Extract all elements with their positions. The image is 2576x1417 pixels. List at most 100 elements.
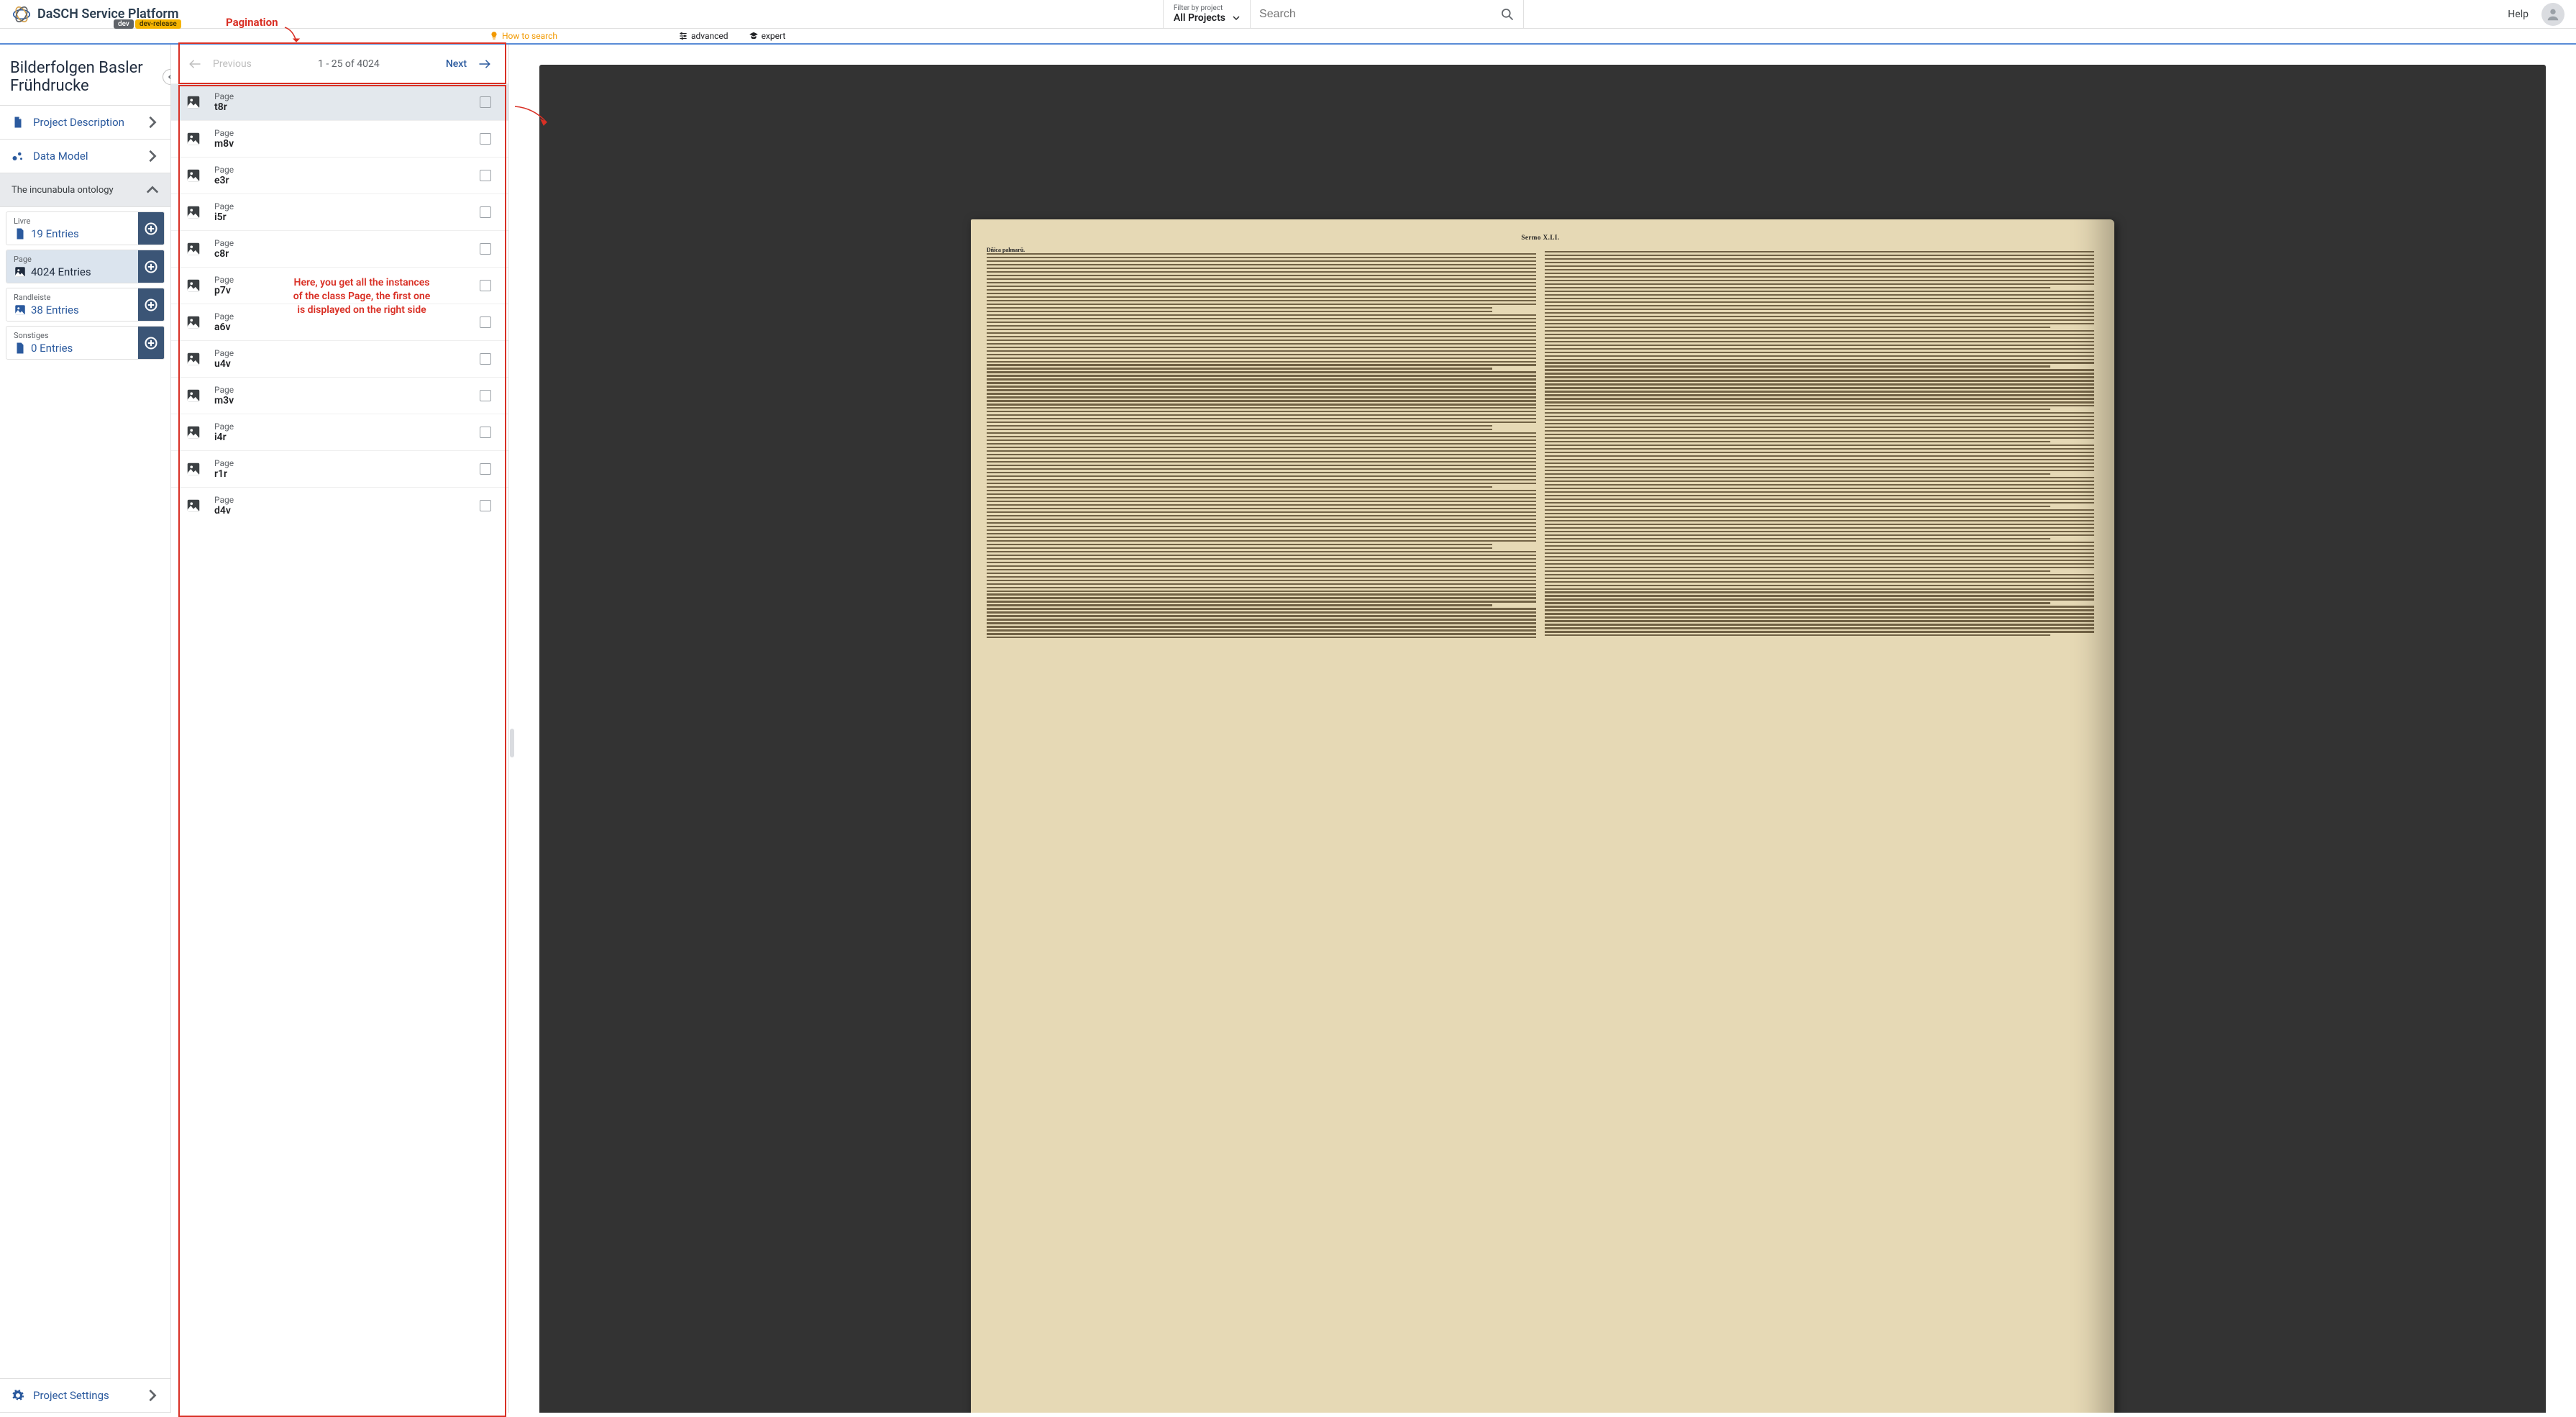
add-resource-button[interactable] bbox=[138, 327, 164, 359]
expert-search-link[interactable]: expert bbox=[749, 31, 786, 41]
list-item-checkbox[interactable] bbox=[480, 206, 491, 218]
list-item-checkbox[interactable] bbox=[480, 170, 491, 181]
class-card[interactable]: Sonstiges 0 Entries bbox=[6, 326, 165, 360]
image-icon bbox=[186, 388, 201, 404]
manuscript-heading: Sermo X.LI. bbox=[987, 234, 2094, 241]
project-filter-dropdown[interactable]: Filter by project All Projects bbox=[1163, 0, 1251, 28]
image-icon bbox=[186, 498, 201, 514]
nav-data-model[interactable]: Data Model bbox=[0, 140, 170, 173]
nav-project-description[interactable]: Project Description bbox=[0, 106, 170, 140]
image-icon bbox=[186, 351, 201, 367]
dasch-logo-icon bbox=[12, 4, 32, 24]
add-circle-icon bbox=[144, 260, 158, 274]
image-icon bbox=[186, 314, 201, 330]
search-icon[interactable] bbox=[1500, 7, 1515, 22]
list-item-checkbox[interactable] bbox=[480, 243, 491, 255]
image-icon bbox=[186, 204, 201, 220]
list-item[interactable]: Page d4v bbox=[171, 487, 508, 524]
list-item[interactable]: Page i5r bbox=[171, 193, 508, 230]
add-circle-icon bbox=[144, 336, 158, 350]
image-icon bbox=[186, 241, 201, 257]
list-item-checkbox[interactable] bbox=[480, 280, 491, 291]
add-resource-button[interactable] bbox=[138, 212, 164, 245]
list-item-type: Page bbox=[214, 275, 467, 285]
manuscript-page: Sermo X.LI. Dñica palmarū. bbox=[971, 219, 2114, 1413]
list-item[interactable]: Page p7v bbox=[171, 267, 508, 304]
search-input[interactable] bbox=[1259, 8, 1500, 21]
list-item[interactable]: Page t8r bbox=[171, 83, 508, 120]
list-item[interactable]: Page e3r bbox=[171, 157, 508, 193]
arrow-left-icon bbox=[188, 59, 201, 69]
list-item-checkbox[interactable] bbox=[480, 353, 491, 365]
list-item[interactable]: Page m3v bbox=[171, 377, 508, 414]
image-icon bbox=[14, 304, 27, 316]
how-to-search-link[interactable]: How to search bbox=[489, 31, 557, 41]
list-item-type: Page bbox=[214, 311, 467, 322]
list-item-name: e3r bbox=[214, 175, 467, 186]
class-name: Sonstiges bbox=[14, 331, 131, 340]
list-item-type: Page bbox=[214, 165, 467, 175]
filter-label: Filter by project bbox=[1174, 4, 1240, 12]
list-item[interactable]: Page i4r bbox=[171, 414, 508, 450]
advanced-search-link[interactable]: advanced bbox=[678, 31, 729, 41]
list-item-checkbox[interactable] bbox=[480, 500, 491, 511]
app-header: DaSCH Service Platform dev dev-release F… bbox=[0, 0, 2576, 29]
class-entries: 19 Entries bbox=[14, 227, 131, 240]
chevron-right-icon bbox=[146, 116, 159, 129]
add-circle-icon bbox=[144, 222, 158, 236]
badge-release: dev-release bbox=[135, 19, 181, 29]
lightbulb-icon bbox=[489, 31, 499, 41]
file-icon bbox=[14, 342, 27, 355]
chevron-right-icon bbox=[146, 150, 159, 163]
add-resource-button[interactable] bbox=[138, 288, 164, 321]
list-item-checkbox[interactable] bbox=[480, 316, 491, 328]
image-icon bbox=[186, 461, 201, 477]
person-icon bbox=[2545, 6, 2561, 22]
image-icon bbox=[186, 94, 201, 110]
sliders-icon bbox=[678, 31, 688, 41]
class-card[interactable]: Randleiste 38 Entries bbox=[6, 288, 165, 322]
list-item[interactable]: Page a6v bbox=[171, 304, 508, 340]
user-avatar[interactable] bbox=[2541, 3, 2564, 26]
list-item-name: r1r bbox=[214, 468, 467, 480]
add-resource-button[interactable] bbox=[138, 250, 164, 283]
pagination-next[interactable]: Next bbox=[446, 58, 491, 70]
help-link[interactable]: Help bbox=[2508, 9, 2529, 20]
list-item[interactable]: Page r1r bbox=[171, 450, 508, 487]
nav-project-settings[interactable]: Project Settings bbox=[0, 1379, 170, 1413]
filter-value: All Projects bbox=[1174, 12, 1240, 24]
sidebar: Bilderfolgen Basler Frühdrucke Project D… bbox=[0, 45, 171, 1413]
list-item-name: c8r bbox=[214, 248, 467, 260]
class-card[interactable]: Livre 19 Entries bbox=[6, 211, 165, 245]
viewer-canvas[interactable]: Sermo X.LI. Dñica palmarū. bbox=[539, 65, 2546, 1413]
list-item[interactable]: Page u4v bbox=[171, 340, 508, 377]
file-icon bbox=[14, 227, 27, 240]
add-circle-icon bbox=[144, 298, 158, 312]
resource-viewer-panel: Sermo X.LI. Dñica palmarū. bbox=[509, 45, 2576, 1413]
list-item-name: t8r bbox=[214, 101, 467, 113]
list-item[interactable]: Page m8v bbox=[171, 120, 508, 157]
list-item-name: m3v bbox=[214, 395, 467, 406]
class-entries: 0 Entries bbox=[14, 342, 131, 355]
search-box bbox=[1251, 0, 1524, 28]
list-item[interactable]: Page c8r bbox=[171, 230, 508, 267]
pagination-prev: Previous bbox=[188, 58, 252, 70]
class-card[interactable]: Page 4024 Entries bbox=[6, 250, 165, 283]
image-icon bbox=[186, 278, 201, 293]
list-item-type: Page bbox=[214, 238, 467, 248]
image-icon bbox=[186, 424, 201, 440]
list-item-checkbox[interactable] bbox=[480, 133, 491, 145]
gear-icon bbox=[12, 1389, 24, 1402]
list-item-name: i4r bbox=[214, 432, 467, 443]
ontology-header[interactable]: The incunabula ontology bbox=[0, 173, 170, 207]
list-item-type: Page bbox=[214, 201, 467, 211]
list-item-checkbox[interactable] bbox=[480, 390, 491, 401]
search-mode-bar: How to search advanced expert bbox=[0, 29, 2576, 45]
list-item-checkbox[interactable] bbox=[480, 96, 491, 108]
class-entries: 38 Entries bbox=[14, 304, 131, 316]
list-item-checkbox[interactable] bbox=[480, 463, 491, 475]
class-name: Page bbox=[14, 255, 131, 264]
chevron-right-icon bbox=[146, 1389, 159, 1402]
image-viewer: Sermo X.LI. Dñica palmarū. bbox=[539, 65, 2546, 1413]
list-item-checkbox[interactable] bbox=[480, 427, 491, 438]
